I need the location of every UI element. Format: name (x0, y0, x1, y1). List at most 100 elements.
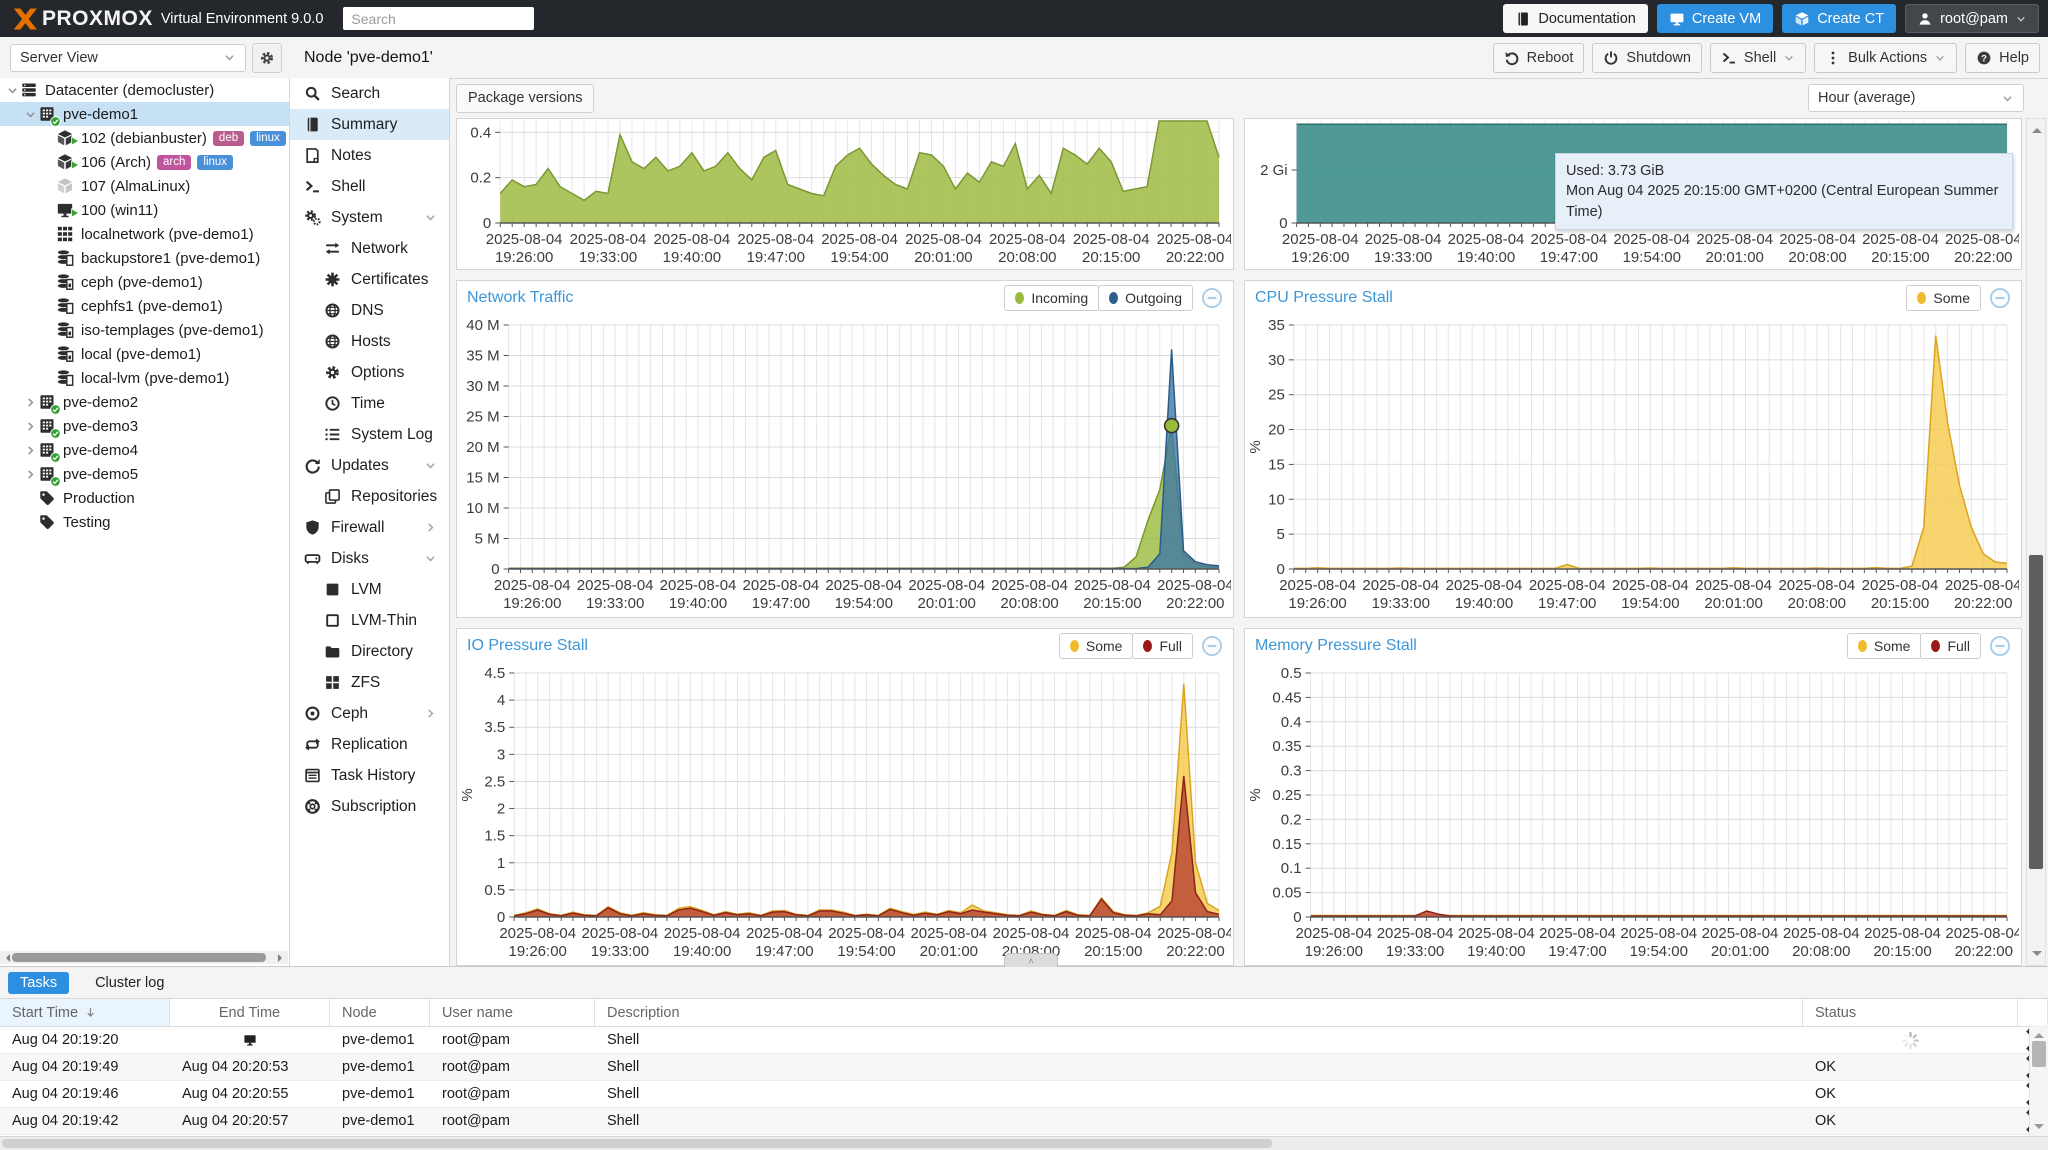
scrollbar-thumb[interactable] (2, 1139, 1272, 1148)
tasks-horizontal-scrollbar[interactable] (0, 1136, 2048, 1150)
scroll-left-arrow-icon[interactable] (2, 954, 10, 962)
collapse-panel-icon[interactable] (1201, 635, 1223, 657)
legend-some[interactable]: Some (1846, 633, 1922, 659)
view-mode-select[interactable]: Server View (10, 43, 246, 72)
nav-item-search[interactable]: Search (290, 78, 449, 109)
column-header-end-time[interactable]: End Time (170, 999, 330, 1026)
legend-some[interactable]: Some (1058, 633, 1134, 659)
nav-item-lvm-thin[interactable]: LVM-Thin (290, 605, 449, 636)
tab-tasks[interactable]: Tasks (8, 971, 70, 994)
tree-item[interactable]: pve-demo3 (0, 414, 289, 439)
tree-collapse-icon[interactable] (22, 106, 38, 122)
tree-item[interactable]: Datacenter (democluster) (0, 78, 289, 102)
legend-some[interactable]: Some (1906, 285, 1981, 311)
tree-collapse-icon[interactable] (4, 82, 20, 98)
column-header-user-name[interactable]: User name (430, 999, 595, 1026)
nav-item-system-log[interactable]: System Log (290, 419, 449, 450)
scroll-up-arrow-icon[interactable] (2032, 123, 2042, 133)
tree-item[interactable]: pve-demo5 (0, 462, 289, 487)
nav-item-hosts[interactable]: Hosts (290, 326, 449, 357)
nav-item-certificates[interactable]: Certificates (290, 264, 449, 295)
scrollbar-thumb[interactable] (12, 953, 266, 962)
user-menu-button[interactable]: root@pam (1905, 4, 2039, 33)
collapse-panel-icon[interactable] (1989, 635, 2011, 657)
tree-item[interactable]: pve-demo1 (0, 102, 289, 127)
tree-item[interactable]: 102 (debianbuster) deb linux (0, 126, 289, 150)
nav-item-subscription[interactable]: Subscription (290, 791, 449, 822)
bulk-actions-button[interactable]: Bulk Actions (1814, 42, 1958, 73)
legend-outgoing[interactable]: Outgoing (1098, 285, 1193, 311)
tree-item[interactable]: 107 (AlmaLinux) (0, 174, 289, 198)
legend-full[interactable]: Full (1132, 633, 1193, 659)
tree-expand-icon[interactable] (22, 394, 38, 410)
nav-item-notes[interactable]: Notes (290, 140, 449, 171)
scroll-right-arrow-icon[interactable] (278, 954, 286, 962)
nav-item-directory[interactable]: Directory (290, 636, 449, 667)
scrollbar-thumb[interactable] (2029, 555, 2043, 869)
nav-item-repositories[interactable]: Repositories (290, 481, 449, 512)
tree-item[interactable]: localnetwork (pve-demo1) (0, 222, 289, 246)
task-row[interactable]: Aug 04 20:19:20 pve-demo1 root@pam Shell (0, 1027, 2048, 1054)
tree-expand-icon[interactable] (22, 466, 38, 482)
create-vm-button[interactable]: Create VM (1656, 4, 1774, 33)
tree-expand-icon[interactable] (22, 418, 38, 434)
nav-item-summary[interactable]: Summary (290, 109, 449, 140)
nav-item-disks[interactable]: Disks (290, 543, 449, 574)
scroll-down-arrow-icon[interactable] (2034, 1124, 2044, 1134)
nav-item-options[interactable]: Options (290, 357, 449, 388)
tree-item[interactable]: Testing (0, 510, 289, 534)
help-button[interactable]: ? Help (1965, 42, 2040, 73)
column-header-status[interactable]: Status (1803, 999, 2018, 1026)
nav-item-time[interactable]: Time (290, 388, 449, 419)
nav-item-ceph[interactable]: Ceph (290, 698, 449, 729)
legend-full[interactable]: Full (1920, 633, 1981, 659)
global-search-input[interactable] (343, 7, 535, 30)
tree-item[interactable]: iso-templages (pve-demo1) (0, 318, 289, 342)
collapse-panel-icon[interactable] (1989, 287, 2011, 309)
tree-item[interactable]: local (pve-demo1) (0, 342, 289, 366)
scroll-down-arrow-icon[interactable] (2032, 951, 2042, 961)
panel-splitter-handle[interactable]: ˄ (1004, 953, 1058, 967)
legend-incoming[interactable]: Incoming (1004, 285, 1100, 311)
tree-horizontal-scrollbar[interactable] (0, 951, 288, 964)
tree-item[interactable]: 100 (win11) (0, 198, 289, 222)
nav-item-system[interactable]: System (290, 202, 449, 233)
package-versions-button[interactable]: Package versions (456, 83, 595, 113)
tree-item[interactable]: pve-demo4 (0, 438, 289, 463)
nav-item-network[interactable]: Network (290, 233, 449, 264)
tree-item[interactable]: pve-demo2 (0, 390, 289, 415)
tree-item[interactable]: backupstore1 (pve-demo1) (0, 246, 289, 270)
task-row[interactable]: Aug 04 20:19:42 Aug 04 20:20:57 pve-demo1 r… (0, 1108, 2048, 1135)
scroll-up-arrow-icon[interactable] (2034, 1028, 2044, 1038)
task-row[interactable]: Aug 04 20:19:46 Aug 04 20:20:55 pve-demo1 r… (0, 1081, 2048, 1108)
nav-item-firewall[interactable]: Firewall (290, 512, 449, 543)
tasks-scrollbar[interactable] (2029, 1025, 2048, 1137)
tree-item[interactable]: local-lvm (pve-demo1) (0, 366, 289, 390)
nav-item-lvm[interactable]: LVM (290, 574, 449, 605)
shutdown-button[interactable]: Shutdown (1592, 42, 1702, 73)
tree-item[interactable]: 106 (Arch) arch linux (0, 150, 289, 174)
tree-item[interactable]: cephfs1 (pve-demo1) (0, 294, 289, 318)
nav-item-shell[interactable]: Shell (290, 171, 449, 202)
create-ct-button[interactable]: Create CT (1782, 4, 1897, 33)
content-scrollbar[interactable] (2026, 118, 2046, 966)
scrollbar-thumb[interactable] (2032, 1041, 2046, 1067)
collapse-panel-icon[interactable] (1201, 287, 1223, 309)
nav-item-dns[interactable]: DNS (290, 295, 449, 326)
nav-item-replication[interactable]: Replication (290, 729, 449, 760)
nav-item-updates[interactable]: Updates (290, 450, 449, 481)
column-header-node[interactable]: Node (330, 999, 430, 1026)
tree-expand-icon[interactable] (22, 442, 38, 458)
task-row[interactable]: Aug 04 20:19:49 Aug 04 20:20:53 pve-demo1 r… (0, 1054, 2048, 1081)
time-range-select[interactable]: Hour (average) (1808, 84, 2024, 112)
documentation-button[interactable]: Documentation (1503, 4, 1648, 33)
view-settings-button[interactable] (252, 42, 282, 73)
tree-item[interactable]: ceph (pve-demo1) (0, 270, 289, 294)
tab-cluster-log[interactable]: Cluster log (83, 972, 176, 994)
nav-item-task-history[interactable]: Task History (290, 760, 449, 791)
shell-button[interactable]: Shell (1709, 42, 1807, 73)
tree-item[interactable]: Production (0, 486, 289, 510)
reboot-button[interactable]: Reboot (1492, 42, 1585, 73)
column-header-description[interactable]: Description (595, 999, 1803, 1026)
column-header-start-time[interactable]: Start Time (0, 999, 170, 1026)
